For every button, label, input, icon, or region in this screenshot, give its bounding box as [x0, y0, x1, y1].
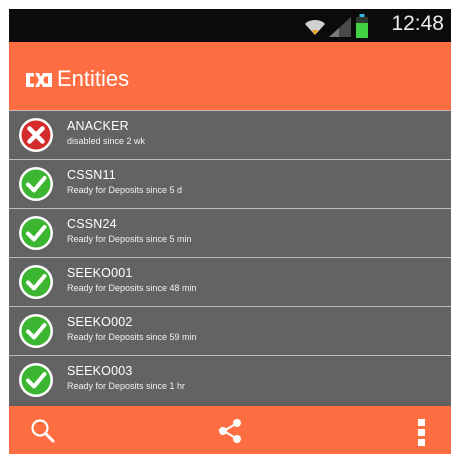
- entity-name: CSSN24: [67, 217, 117, 231]
- search-button[interactable]: [25, 419, 65, 445]
- search-icon: [31, 419, 55, 443]
- overflow-menu-icon: [418, 419, 425, 446]
- status-bar: 12:48: [9, 9, 451, 42]
- share-button[interactable]: [211, 419, 251, 445]
- list-item[interactable]: SEEKO003 Ready for Deposits since 1 hr: [9, 355, 451, 403]
- entity-status: Ready for Deposits since 5 d: [67, 185, 183, 195]
- entity-name: SEEKO003: [67, 364, 133, 378]
- check-icon: [19, 314, 53, 348]
- entity-status: disabled since 2 wk: [67, 136, 146, 146]
- entity-status: Ready for Deposits since 59 min: [67, 332, 197, 342]
- list-item[interactable]: CSSN24 Ready for Deposits since 5 min: [9, 208, 451, 256]
- overflow-menu-button[interactable]: [401, 419, 441, 446]
- phone-screen: 12:48 Entities ANACKER disabled since 2 …: [9, 9, 451, 454]
- wifi-icon: [305, 20, 325, 35]
- entity-status: Ready for Deposits since 5 min: [67, 234, 192, 244]
- signal-icon: [329, 17, 351, 37]
- entity-name: CSSN11: [67, 168, 116, 182]
- page-title: Entities: [57, 66, 130, 91]
- action-bar: Entities: [9, 42, 451, 110]
- battery-icon: [356, 14, 368, 38]
- check-icon: [19, 216, 53, 250]
- entity-name: SEEKO002: [67, 315, 133, 329]
- cx-logo-icon: [26, 73, 52, 87]
- entity-status: Ready for Deposits since 48 min: [67, 283, 197, 293]
- bottom-action-bar: [9, 406, 451, 454]
- list-item[interactable]: SEEKO002 Ready for Deposits since 59 min: [9, 306, 451, 354]
- entity-status: Ready for Deposits since 1 hr: [67, 381, 186, 391]
- entity-name: SEEKO001: [67, 266, 133, 280]
- share-icon: [219, 419, 241, 443]
- clock: 12:48: [391, 12, 444, 35]
- entity-name: ANACKER: [67, 119, 129, 133]
- error-x-icon: [19, 118, 53, 152]
- check-icon: [19, 167, 53, 201]
- list-item[interactable]: CSSN11 Ready for Deposits since 5 d: [9, 159, 451, 207]
- list-item[interactable]: SEEKO001 Ready for Deposits since 48 min: [9, 257, 451, 305]
- list-item[interactable]: ANACKER disabled since 2 wk: [9, 110, 451, 158]
- check-icon: [19, 265, 53, 299]
- check-icon: [19, 363, 53, 397]
- entity-list: ANACKER disabled since 2 wk CSSN11 Ready…: [9, 110, 451, 406]
